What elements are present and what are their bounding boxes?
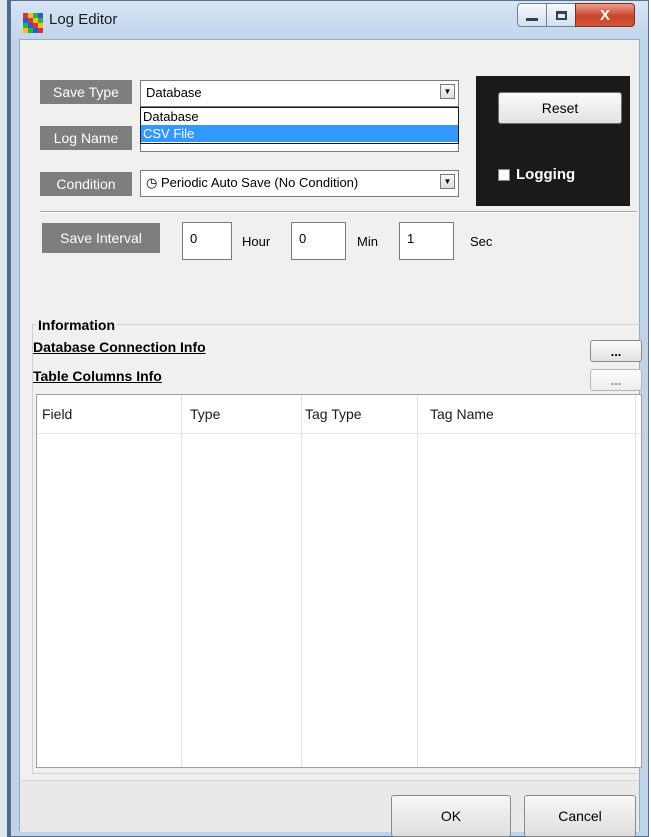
title-bar[interactable]: Log Editor X [11, 1, 648, 39]
hour-unit-label: Hour [242, 234, 271, 249]
column-divider [181, 395, 182, 767]
logging-control-panel: Reset Logging [476, 76, 630, 206]
app-icon [23, 13, 43, 33]
column-divider [417, 395, 418, 767]
checkbox-icon[interactable] [498, 168, 510, 181]
min-unit-label: Min [357, 234, 378, 249]
information-title: Information [36, 317, 117, 333]
min-input[interactable]: 0 [291, 222, 346, 260]
section-divider [40, 211, 637, 213]
hour-input[interactable]: 0 [182, 222, 232, 260]
database-connection-browse-button[interactable]: ... [590, 340, 642, 362]
cancel-button[interactable]: Cancel [524, 795, 636, 837]
save-type-select[interactable]: Database ▼ [140, 80, 459, 107]
chevron-down-icon[interactable]: ▼ [440, 174, 455, 189]
close-button[interactable]: X [575, 3, 635, 27]
column-header-tag-type[interactable]: Tag Type [305, 395, 362, 433]
maximize-button[interactable] [546, 3, 576, 27]
close-icon: X [599, 6, 610, 24]
save-type-option-csv-file[interactable]: CSV File [141, 125, 458, 142]
sec-unit-label: Sec [470, 234, 493, 249]
save-type-option-database[interactable]: Database [141, 108, 458, 125]
clock-icon: ◷ [146, 175, 158, 190]
column-header-tag-name[interactable]: Tag Name [430, 395, 494, 433]
condition-value: Periodic Auto Save (No Condition) [160, 175, 359, 190]
maximize-icon [555, 10, 567, 20]
column-divider [301, 395, 302, 767]
log-editor-window: Log Editor X Save Type Database ▼ Databa… [10, 0, 649, 837]
desktop-edge [0, 0, 10, 837]
logging-checkbox[interactable]: Logging [498, 166, 575, 183]
reset-button[interactable]: Reset [498, 92, 622, 124]
column-header-field[interactable]: Field [42, 395, 72, 433]
column-divider [635, 395, 636, 767]
ok-button[interactable]: OK [391, 795, 511, 837]
column-header-type[interactable]: Type [190, 395, 220, 433]
condition-label: Condition [40, 172, 132, 196]
window-title: Log Editor [49, 11, 118, 28]
chevron-down-icon[interactable]: ▼ [440, 84, 455, 99]
save-type-label: Save Type [40, 80, 132, 104]
minimize-button[interactable] [517, 3, 547, 27]
sec-input[interactable]: 1 [399, 222, 454, 260]
table-columns-browse-button[interactable]: ... [590, 369, 642, 391]
logging-label: Logging [516, 166, 576, 183]
header-divider [37, 433, 641, 434]
log-name-label: Log Name [40, 126, 132, 150]
save-interval-label: Save Interval [42, 223, 160, 253]
condition-select[interactable]: ◷ Periodic Auto Save (No Condition) ▼ [140, 170, 459, 197]
dialog-client-area: Save Type Database ▼ Database CSV File L… [19, 39, 644, 837]
table-columns-info-link[interactable]: Table Columns Info [33, 368, 162, 384]
save-type-value: Database [146, 85, 202, 100]
save-type-dropdown: Database CSV File [140, 107, 459, 144]
minimize-icon [526, 17, 538, 21]
columns-table[interactable]: Field Type Tag Type Tag Name [36, 394, 642, 768]
database-connection-info-link[interactable]: Database Connection Info [33, 339, 206, 355]
